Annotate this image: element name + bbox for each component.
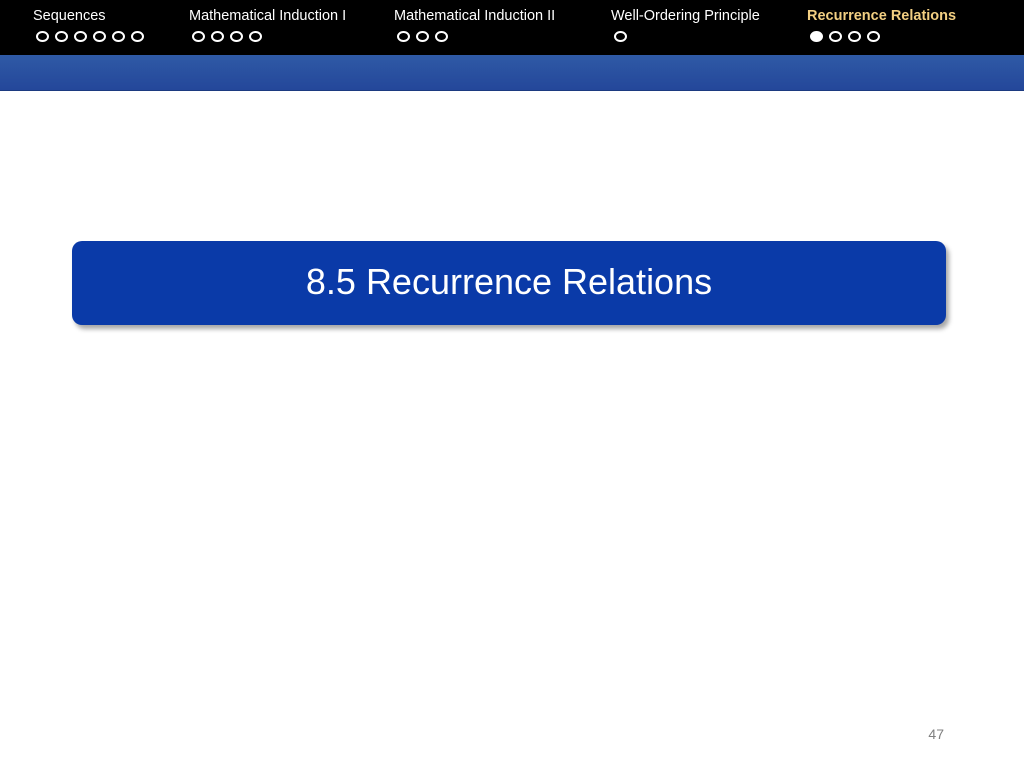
nav-section-label[interactable]: Mathematical Induction II: [394, 7, 555, 25]
slide-dot[interactable]: [131, 31, 144, 42]
slide-dot[interactable]: [74, 31, 87, 42]
nav-section-sequences[interactable]: Sequences: [33, 7, 144, 42]
section-title-box: 8.5 Recurrence Relations: [72, 241, 946, 325]
slide-dot[interactable]: [93, 31, 106, 42]
slide-dots: [189, 31, 346, 42]
slide-dot[interactable]: [829, 31, 842, 42]
slide-dot[interactable]: [614, 31, 627, 42]
slide-dot[interactable]: [192, 31, 205, 42]
nav-section-label[interactable]: Mathematical Induction I: [189, 7, 346, 25]
slide-dot[interactable]: [848, 31, 861, 42]
page-number: 47: [928, 726, 944, 742]
slide-dots: [611, 31, 760, 42]
slide-dot[interactable]: [249, 31, 262, 42]
slide-dot[interactable]: [112, 31, 125, 42]
slide-dot[interactable]: [230, 31, 243, 42]
current-slide-dot[interactable]: [810, 31, 823, 42]
slide-dot[interactable]: [416, 31, 429, 42]
slide-dot[interactable]: [867, 31, 880, 42]
slide-dot[interactable]: [435, 31, 448, 42]
slide-dot[interactable]: [211, 31, 224, 42]
nav-section-well-ordering-principle[interactable]: Well-Ordering Principle: [611, 7, 760, 42]
section-navigation-bar: Sequences Mathematical Induction I Mathe…: [0, 0, 1024, 55]
nav-section-mathematical-induction-i[interactable]: Mathematical Induction I: [189, 7, 346, 42]
section-title: 8.5 Recurrence Relations: [305, 261, 713, 302]
slide-dots: [807, 31, 956, 42]
header-subbar: [0, 55, 1024, 91]
nav-section-label[interactable]: Well-Ordering Principle: [611, 7, 760, 25]
slide-dots: [33, 31, 144, 42]
nav-section-label[interactable]: Recurrence Relations: [807, 7, 956, 25]
slide-dots: [394, 31, 555, 42]
nav-section-recurrence-relations[interactable]: Recurrence Relations: [807, 7, 956, 42]
slide-dot[interactable]: [36, 31, 49, 42]
nav-section-label[interactable]: Sequences: [33, 7, 144, 25]
slide-dot[interactable]: [55, 31, 68, 42]
slide-dot[interactable]: [397, 31, 410, 42]
nav-section-mathematical-induction-ii[interactable]: Mathematical Induction II: [394, 7, 555, 42]
